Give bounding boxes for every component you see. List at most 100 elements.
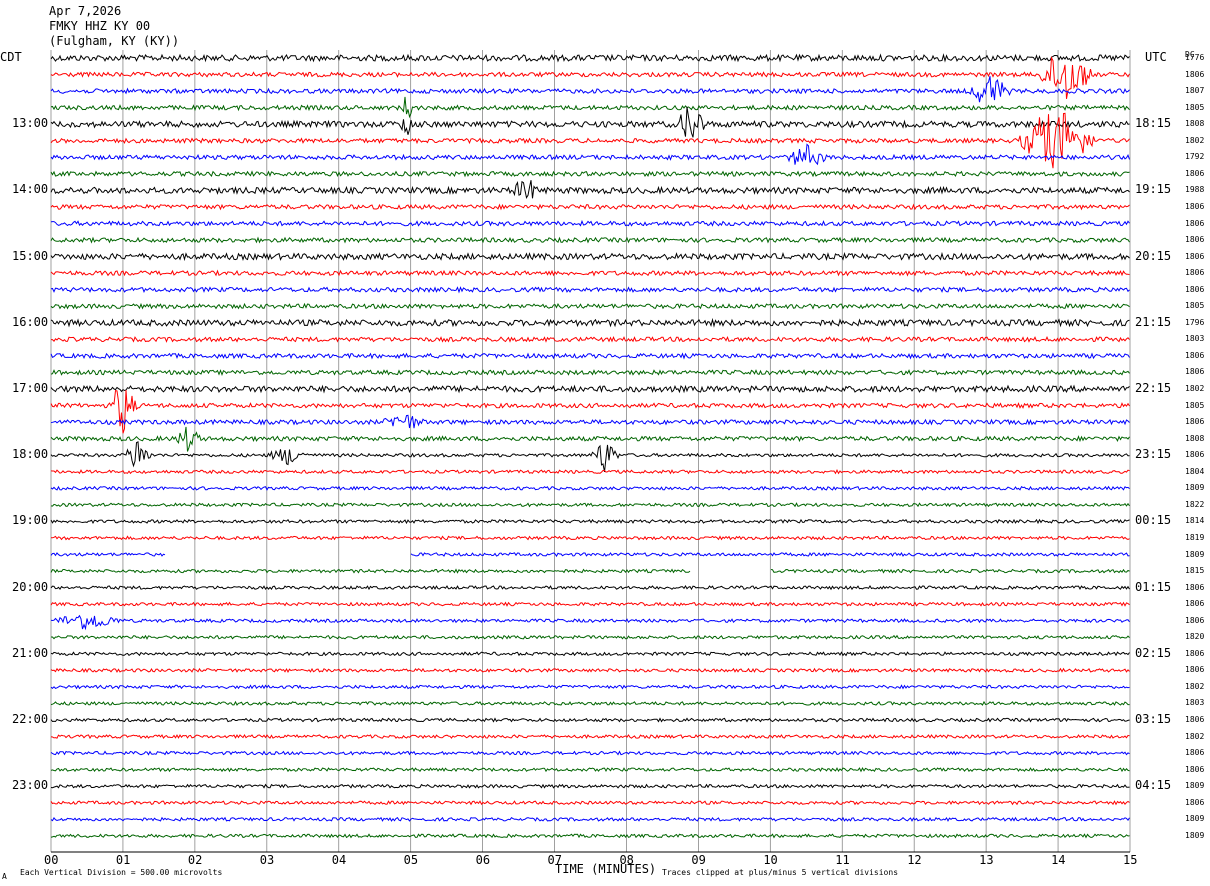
dc-offset-label: 1808	[1185, 433, 1205, 443]
trace-row-21	[50, 389, 1130, 434]
right-time-label: 01:15	[1135, 579, 1172, 594]
trace-row-35	[51, 634, 1130, 640]
trace-row-44	[50, 783, 1130, 789]
dc-offset-label: 1806	[1185, 168, 1205, 178]
helicorder-plot	[50, 50, 1131, 853]
dc-offset-label: 1805	[1185, 102, 1205, 112]
right-time-label: 23:15	[1135, 447, 1172, 462]
right-time-label: 20:15	[1135, 248, 1172, 263]
dc-offset-label: 1806	[1185, 599, 1205, 609]
location-label: (Fulgham, KY (KY))	[49, 34, 180, 48]
x-tick-label: 09	[691, 853, 706, 867]
dc-offset-label: 1819	[1185, 532, 1205, 542]
trace-row-30	[50, 552, 1130, 558]
trace-row-38	[50, 684, 1130, 690]
trace-row-16	[50, 317, 1130, 328]
dc-offset-label: 1802	[1185, 681, 1205, 691]
x-tick-label: 03	[259, 853, 275, 867]
trace-row-46	[50, 816, 1130, 822]
dc-offset-label: 1988	[1185, 185, 1205, 195]
trace-row-12	[50, 251, 1130, 262]
corner-mark: A	[2, 872, 7, 881]
trace-row-7	[50, 170, 1130, 178]
dc-offset-label: 1807	[1185, 86, 1205, 96]
dc-offset-label: 1806	[1185, 417, 1205, 427]
dc-offset-label: 1806	[1185, 284, 1205, 294]
trace-row-19	[50, 369, 1130, 377]
dc-offset-label: 1809	[1185, 830, 1205, 840]
right-time-label: 04:15	[1135, 778, 1172, 793]
dc-offset-label: 1815	[1185, 566, 1205, 576]
x-tick-label: 13	[979, 853, 994, 867]
x-axis-label: TIME (MINUTES)	[555, 862, 657, 876]
trace-rows	[50, 53, 1130, 839]
trace-row-24	[50, 441, 1130, 472]
scale-note: Each Vertical Division = 500.00 microvol…	[20, 868, 223, 877]
trace-row-47	[50, 833, 1130, 839]
trace-row-25	[50, 469, 1130, 475]
left-time-label: 23:00	[12, 778, 49, 793]
trace-row-11	[50, 236, 1130, 244]
trace-row-14	[50, 286, 1130, 294]
right-time-label: 03:15	[1135, 712, 1172, 726]
x-tick-label: 14	[1051, 853, 1066, 867]
left-time-label: 21:00	[12, 645, 49, 660]
dc-offset-label: 1806	[1185, 615, 1205, 625]
station-label: FMKY HHZ KY 00	[49, 19, 151, 33]
trace-row-20	[50, 384, 1130, 394]
left-time-label: 22:00	[12, 712, 49, 726]
trace-row-42	[50, 750, 1130, 756]
trace-row-4	[50, 106, 1130, 138]
left-time-label: 14:00	[12, 182, 49, 197]
trace-row-39	[50, 700, 1130, 706]
trace-row-37	[50, 667, 1130, 673]
trace-row-40	[50, 717, 1130, 723]
right-time-label: 18:15	[1135, 116, 1172, 131]
x-tick-label: 04	[331, 853, 347, 867]
minute-gridlines	[50, 50, 1131, 853]
left-time-label: 15:00	[12, 248, 49, 263]
trace-row-33	[50, 601, 1130, 607]
trace-row-45	[50, 800, 1130, 806]
dc-offset-label: 1806	[1185, 797, 1205, 807]
dc-offset-label: 1806	[1185, 268, 1205, 278]
dc-offset-label: 1809	[1185, 814, 1205, 824]
dc-offset-label: 1792	[1185, 152, 1205, 162]
x-tick-label: 11	[835, 853, 850, 867]
x-tick-label: 10	[763, 853, 778, 867]
dc-offset-label: 1805	[1185, 400, 1205, 410]
x-tick-label: 00	[44, 853, 59, 867]
dc-offset-label: 1806	[1185, 715, 1205, 724]
dc-offset-label: 1806	[1185, 235, 1205, 245]
left-timezone-label: CDT	[0, 50, 22, 64]
trace-row-8	[50, 180, 1130, 200]
x-tick-label: 12	[907, 853, 922, 867]
dc-offset-label: 1803	[1185, 698, 1205, 708]
dc-offset-label: 1806	[1185, 367, 1205, 377]
x-tick-label: 15	[1123, 853, 1138, 867]
right-timezone-label: UTC	[1145, 50, 1167, 64]
dc-offset-label: 1806	[1185, 582, 1205, 592]
trace-row-41	[50, 734, 1130, 740]
dc-offset-label: 1820	[1185, 632, 1205, 642]
right-time-label: 00:15	[1135, 513, 1172, 528]
x-tick-label: 01	[115, 853, 131, 867]
trace-row-26	[50, 485, 1130, 491]
dc-offset-label: 1806	[1185, 648, 1205, 658]
dc-offset-label: 1806	[1185, 764, 1205, 774]
left-time-label: 17:00	[12, 381, 49, 395]
trace-row-3	[50, 96, 1130, 119]
dc-offset-label: 1814	[1185, 516, 1205, 526]
trace-row-36	[50, 651, 1130, 657]
dc-offset-label: 1806	[1185, 251, 1205, 261]
dc-offset-label: 1804	[1185, 466, 1205, 476]
dc-offset-label: 1803	[1185, 334, 1205, 344]
dc-offset-label: 1822	[1185, 499, 1205, 509]
date-label: Apr 7,2026	[49, 4, 122, 18]
left-time-label: 20:00	[12, 579, 49, 594]
dc-offset-label: 1802	[1185, 384, 1205, 393]
trace-row-9	[50, 203, 1130, 211]
dc-offset-label: 1806	[1185, 450, 1205, 460]
dc-offset-label: 1806	[1185, 665, 1205, 675]
trace-row-15	[50, 302, 1130, 310]
